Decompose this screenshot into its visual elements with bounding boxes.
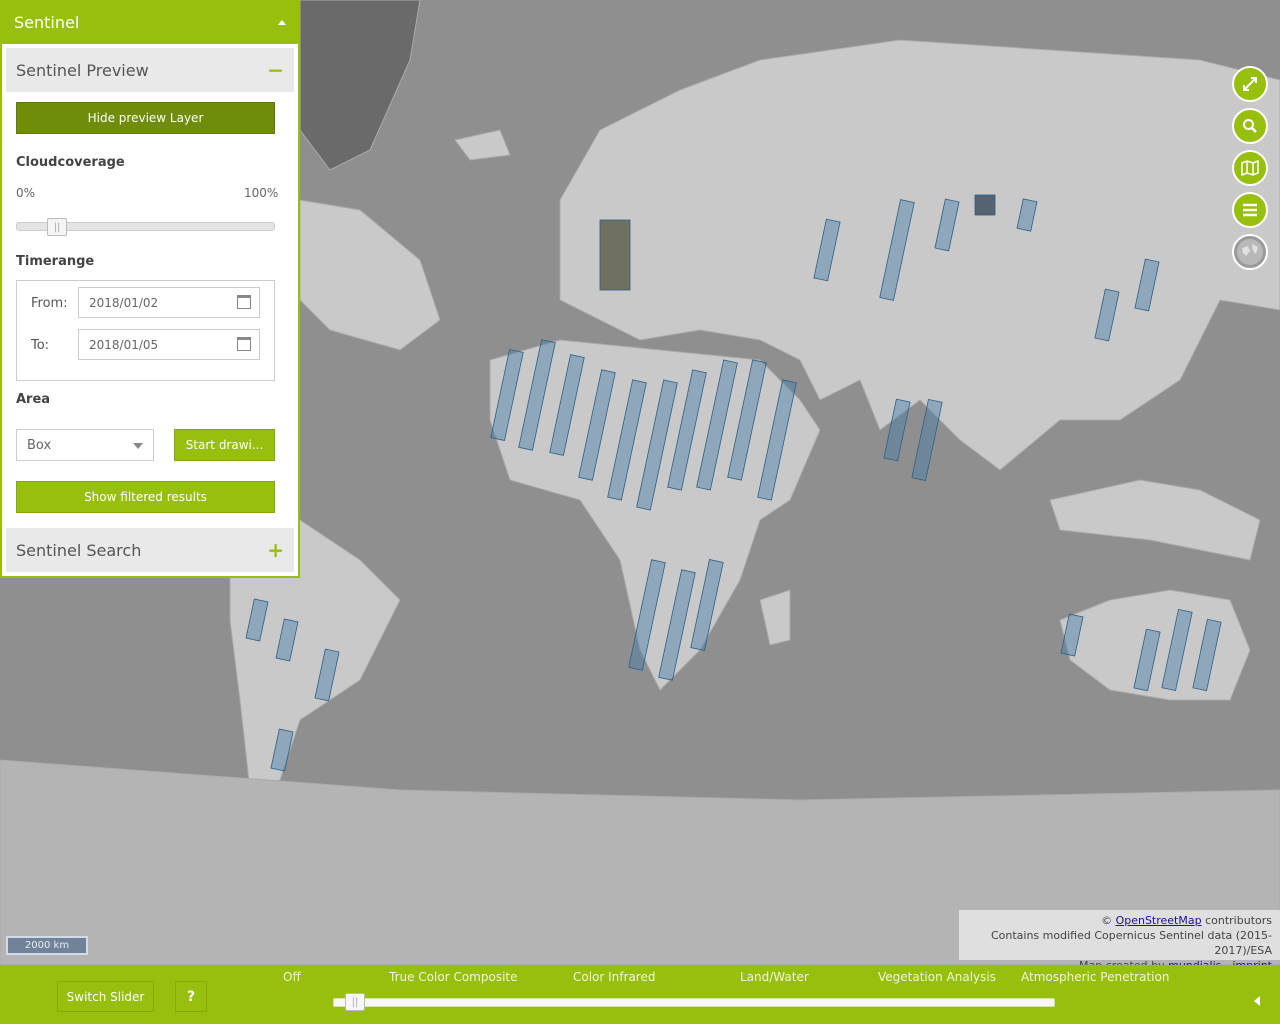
timerange-box: From: 2018/01/02 To: 2018/01/05 (16, 280, 275, 381)
sentinel-search-title: Sentinel Search (16, 540, 142, 560)
layer-slider-thumb[interactable]: || (345, 993, 365, 1011)
panel-title: Sentinel (14, 12, 80, 32)
attribution: © OpenStreetMap contributors Contains mo… (959, 910, 1280, 972)
map-button[interactable] (1232, 150, 1268, 186)
slider-label-land-water[interactable]: Land/Water (740, 970, 809, 984)
panel-header[interactable]: Sentinel (0, 0, 300, 44)
collapse-left-icon[interactable] (1254, 996, 1260, 1006)
sentinel-search-header[interactable]: Sentinel Search + (6, 528, 294, 572)
slider-label-true-color[interactable]: True Color Composite (389, 970, 518, 984)
attribution-line-2: Contains modified Copernicus Sentinel da… (990, 929, 1272, 957)
cloudcoverage-slider-thumb[interactable]: || (47, 218, 68, 236)
fullscreen-icon (1243, 77, 1257, 91)
area-label: Area (16, 392, 51, 407)
sentinel-preview-title: Sentinel Preview (16, 60, 149, 80)
chevron-down-icon (133, 443, 143, 449)
globe-button[interactable] (1232, 234, 1268, 270)
layers-menu-button[interactable] (1232, 192, 1268, 228)
map-icon (1241, 160, 1259, 176)
layer-slider-track[interactable] (333, 998, 1055, 1007)
area-select[interactable]: Box (16, 429, 154, 461)
openstreetmap-link[interactable]: OpenStreetMap (1116, 914, 1202, 927)
scale-bar: 2000 km (6, 936, 88, 955)
cloud-min-label: 0% (16, 186, 36, 200)
start-drawing-button[interactable]: Start drawi... (174, 429, 275, 461)
from-label: From: (31, 296, 68, 311)
cloudcoverage-label: Cloudcoverage (16, 155, 125, 170)
search-icon (1243, 119, 1257, 133)
timerange-label: Timerange (16, 254, 95, 269)
minus-icon[interactable]: − (267, 58, 284, 82)
copyright-symbol: © (1101, 914, 1113, 927)
cloud-max-label: 100% (244, 186, 279, 200)
hide-preview-button[interactable]: Hide preview Layer (16, 102, 275, 134)
attribution-line-1: © OpenStreetMap contributors (959, 913, 1272, 928)
sentinel-panel: Sentinel Sentinel Preview − Hide preview… (0, 0, 300, 578)
area-select-value: Box (27, 437, 52, 453)
show-filtered-results-button[interactable]: Show filtered results (16, 481, 275, 513)
switch-slider-button[interactable]: Switch Slider (57, 981, 154, 1012)
osm-contributors-text: contributors (1205, 914, 1272, 927)
calendar-icon[interactable] (237, 295, 251, 309)
help-button[interactable]: ? (175, 981, 207, 1012)
slider-label-atmospheric[interactable]: Atmospheric Penetration (1021, 970, 1169, 984)
to-label: To: (31, 338, 50, 353)
to-date-input[interactable]: 2018/01/05 (78, 329, 260, 360)
fullscreen-button[interactable] (1232, 66, 1268, 102)
from-date-input[interactable]: 2018/01/02 (78, 287, 260, 318)
globe-icon (1237, 239, 1263, 265)
search-button[interactable] (1232, 108, 1268, 144)
slider-label-off[interactable]: Off (283, 970, 301, 984)
slider-label-color-infrared[interactable]: Color Infrared (573, 970, 655, 984)
plus-icon[interactable]: + (267, 538, 284, 562)
collapse-caret-icon[interactable] (278, 19, 286, 25)
calendar-icon[interactable] (237, 337, 251, 351)
to-date-value: 2018/01/05 (89, 337, 159, 352)
slider-label-vegetation[interactable]: Vegetation Analysis (878, 970, 996, 984)
bottom-bar: Switch Slider ? Off True Color Composite… (0, 965, 1280, 1024)
sentinel-preview-header[interactable]: Sentinel Preview − (6, 48, 294, 92)
layers-menu-icon (1243, 203, 1257, 217)
from-date-value: 2018/01/02 (89, 295, 159, 310)
